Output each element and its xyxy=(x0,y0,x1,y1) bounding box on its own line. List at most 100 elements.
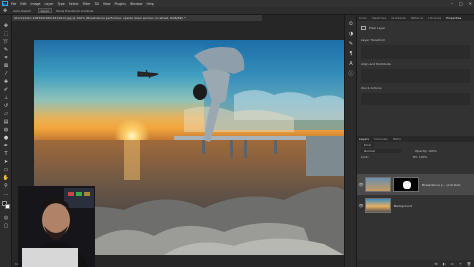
menu-image[interactable]: Image xyxy=(31,2,41,6)
tab-color[interactable]: Color xyxy=(359,16,367,20)
layer-name[interactable]: Breakdance p... (Cut Out) xyxy=(422,183,460,187)
show-transform-controls-label[interactable]: Show Transform Controls xyxy=(56,9,93,13)
tab-patterns[interactable]: Patterns xyxy=(411,16,423,20)
menu-view[interactable]: View xyxy=(103,2,111,6)
window-controls: – □ ✕ xyxy=(451,0,472,7)
pier-post xyxy=(230,140,233,158)
eraser-tool-icon[interactable]: ▱ xyxy=(3,111,9,117)
layer-row-background[interactable]: 👁 Background xyxy=(357,195,474,216)
align-buttons[interactable] xyxy=(361,69,470,83)
type-tool-icon[interactable]: T xyxy=(3,151,9,157)
pen-tool-icon[interactable]: ✒ xyxy=(3,143,9,149)
brush-tool-icon[interactable]: ✐ xyxy=(3,87,9,93)
marquee-tool-icon[interactable]: ⬚ xyxy=(3,31,9,37)
menu-bar: Ps File Edit Image Layer Type Select Fil… xyxy=(0,0,474,7)
tab-paths[interactable]: Paths xyxy=(393,137,401,141)
path-selection-tool-icon[interactable]: ➤ xyxy=(3,159,9,165)
layer-mask-thumbnail[interactable] xyxy=(393,177,419,192)
properties-section-quick-actions[interactable]: Quick Actions xyxy=(357,85,474,91)
character-icon[interactable]: A xyxy=(348,61,354,67)
lock-row: Lock: Fill: 100% xyxy=(357,154,474,160)
menu-select[interactable]: Select xyxy=(69,2,79,6)
menu-layer[interactable]: Layer xyxy=(45,2,54,6)
menu-window[interactable]: Window xyxy=(130,2,143,6)
menu-3d[interactable]: 3D xyxy=(94,2,98,6)
menu-file[interactable]: File xyxy=(11,2,16,6)
right-panels: Color Swatches Gradients Patterns Librar… xyxy=(356,15,474,267)
options-bar: ✥ Auto-Select: Layer Show Transform Cont… xyxy=(0,7,474,15)
properties-section-align[interactable]: Align and Distribute xyxy=(357,61,474,67)
photoshop-logo-icon: Ps xyxy=(2,1,8,6)
group-icon[interactable]: ▭ xyxy=(451,262,454,266)
info-icon[interactable]: ⓘ xyxy=(348,71,354,77)
pier-post xyxy=(202,140,205,154)
eyedropper-tool-icon[interactable]: ⁄ xyxy=(3,71,9,77)
menu-help[interactable]: Help xyxy=(147,2,154,6)
close-button[interactable]: ✕ xyxy=(469,0,472,7)
healing-brush-tool-icon[interactable]: ✚ xyxy=(3,79,9,85)
zoom-tool-icon[interactable]: ⚲ xyxy=(3,183,9,189)
history-brush-tool-icon[interactable]: ↺ xyxy=(3,103,9,109)
new-layer-icon[interactable]: + xyxy=(459,262,462,266)
blend-mode-dropdown[interactable]: Normal xyxy=(361,149,401,153)
minimize-button[interactable]: – xyxy=(451,0,453,7)
history-icon[interactable]: ⏲ xyxy=(348,21,354,27)
transform-fields[interactable] xyxy=(361,45,470,59)
brush-settings-icon[interactable]: ✎ xyxy=(348,41,354,47)
visibility-eye-icon[interactable]: 👁 xyxy=(357,203,365,208)
visibility-eye-icon[interactable]: 👁 xyxy=(357,182,365,187)
layer-thumbnail xyxy=(365,198,391,213)
tools-panel: ✥ ⬚ ➰ ✎ ⌗ ⊠ ⁄ ✚ ✐ ⊥ ↺ ▱ ▤ ◍ ● ✒ T ➤ ▭ ✋ … xyxy=(0,15,12,267)
tab-properties[interactable]: Properties xyxy=(446,16,461,20)
menu-plugins[interactable]: Plugins xyxy=(115,2,126,6)
screen-mode-icon[interactable]: ▢ xyxy=(3,223,9,229)
menu-filter[interactable]: Filter xyxy=(83,2,91,6)
auto-select-target-dropdown[interactable]: Layer xyxy=(37,8,52,13)
quick-mask-icon[interactable]: ◎ xyxy=(3,215,9,221)
menu-type[interactable]: Type xyxy=(57,2,64,6)
hand-tool-icon[interactable]: ✋ xyxy=(3,175,9,181)
crop-tool-icon[interactable]: ⌗ xyxy=(3,55,9,61)
menu-edit[interactable]: Edit xyxy=(20,2,26,6)
adjustments-icon[interactable]: ◑ xyxy=(348,31,354,37)
background-color-swatch[interactable] xyxy=(5,204,10,209)
layer-row-cutout[interactable]: 👁 Breakdance p... (Cut Out) xyxy=(357,174,474,195)
shape-tool-icon[interactable]: ▭ xyxy=(3,167,9,173)
maximize-button[interactable]: □ xyxy=(459,0,463,7)
opacity-field[interactable]: Opacity: 100% xyxy=(415,149,437,153)
fx-icon[interactable]: fx xyxy=(434,262,437,266)
tab-swatches[interactable]: Swatches xyxy=(372,16,386,20)
layer-kind-dropdown[interactable]: Kind xyxy=(361,143,374,147)
tab-libraries[interactable]: Libraries xyxy=(428,16,441,20)
adjustment-layer-icon[interactable]: ◐ xyxy=(443,262,446,266)
quick-select-tool-icon[interactable]: ✎ xyxy=(3,47,9,53)
tab-channels[interactable]: Channels xyxy=(374,137,388,141)
paragraph-icon[interactable]: ¶ xyxy=(348,51,354,57)
move-tool-icon[interactable]: ✥ xyxy=(3,8,7,14)
tab-layers[interactable]: Layers xyxy=(359,137,369,141)
auto-select-checkbox-label[interactable]: Auto-Select: xyxy=(13,9,31,13)
gradient-tool-icon[interactable]: ▤ xyxy=(3,119,9,125)
fill-field[interactable]: Fill: 100% xyxy=(413,155,428,159)
blur-tool-icon[interactable]: ◍ xyxy=(3,127,9,133)
more-tools-icon[interactable]: … xyxy=(3,191,9,197)
move-tool-icon[interactable]: ✥ xyxy=(3,23,9,29)
dodge-tool-icon[interactable]: ● xyxy=(3,135,9,141)
quick-action-buttons[interactable] xyxy=(361,93,470,105)
lock-label: Lock: xyxy=(361,155,369,159)
tab-gradients[interactable]: Gradients xyxy=(391,16,406,20)
mask-shape xyxy=(403,181,411,189)
properties-section-transform[interactable]: Layer Transform xyxy=(357,37,474,43)
lasso-tool-icon[interactable]: ➰ xyxy=(3,39,9,45)
frame-tool-icon[interactable]: ⊠ xyxy=(3,63,9,69)
clone-stamp-tool-icon[interactable]: ⊥ xyxy=(3,95,9,101)
pixel-layer-icon xyxy=(361,26,366,30)
section-label: Layer Transform xyxy=(361,38,386,42)
delete-layer-icon[interactable]: 🗑 xyxy=(467,262,471,266)
seawall xyxy=(306,136,344,176)
layer-thumbnail xyxy=(365,177,391,192)
sun-reflection xyxy=(124,140,140,180)
layers-panel: Layers Channels Paths Kind Normal Opacit… xyxy=(357,136,474,160)
layer-name[interactable]: Background xyxy=(394,204,412,208)
panel-icon-strip: ⏲ ◑ ✎ ¶ A ⓘ xyxy=(344,15,356,267)
